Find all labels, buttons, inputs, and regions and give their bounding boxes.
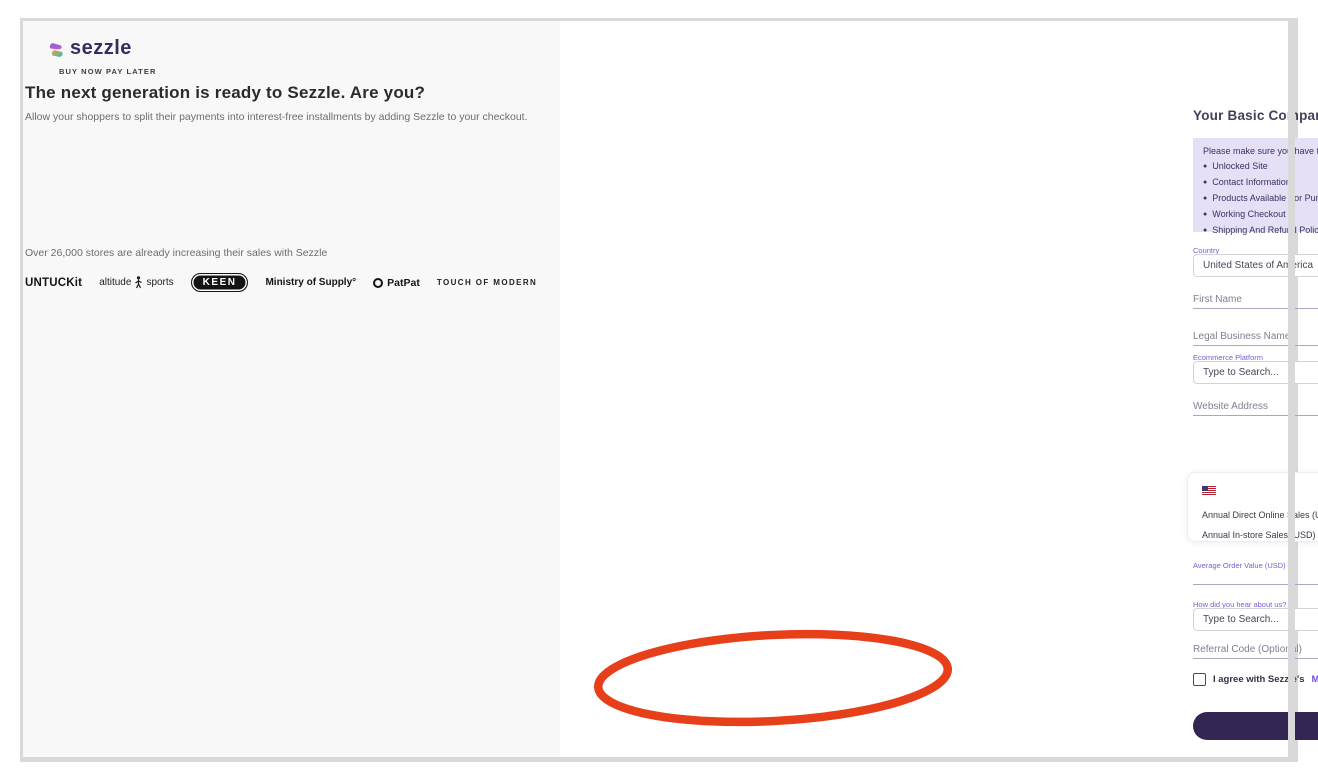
us-sales-card: Annual Direct Online Sales (USD) i Annua… [1187,472,1318,542]
sezzle-logo: sezzle [48,37,132,60]
annual-instore-sales-label: Annual In-store Sales (USD) [1202,530,1316,540]
legal-business-name-field[interactable]: Legal Business Name [1193,325,1318,346]
annual-online-sales-text: Annual Direct Online Sales (USD) [1202,510,1318,520]
country-value: United States of America [1194,260,1318,271]
patpat-icon [373,278,383,288]
countries-question: Using the above URL which countries do y… [1193,424,1318,435]
touch-of-modern-logo: TOUCH OF MODERN [437,278,537,287]
continue-button[interactable]: continue [1193,712,1318,740]
checklist-item: Working Checkout [1203,207,1318,223]
climber-icon [134,276,143,289]
annual-online-sales-label: Annual Direct Online Sales (USD) i [1202,510,1318,520]
annual-instore-sales-row: Annual In-store Sales (USD) [1202,528,1318,540]
altitude-sports-logo: altitude sports [99,276,173,289]
sports-text: sports [146,277,173,288]
merchant-agreement-link[interactable]: Merchant Agreement. [1312,674,1318,685]
website-checklist: Please make sure you have the following … [1193,138,1318,232]
marketing-panel: sezzle BUY NOW PAY LATER The next genera… [23,21,560,757]
hear-about-placeholder: Type to Search... [1194,614,1318,625]
app-window: sezzle BUY NOW PAY LATER The next genera… [20,18,1298,762]
referral-code-field[interactable]: Referral Code (Optional) [1193,642,1318,659]
page-title: The next generation is ready to Sezzle. … [25,83,545,103]
checklist-item: Contact Information [1203,175,1318,191]
ecommerce-platform-placeholder: Type to Search... [1194,367,1318,378]
agreement-row: I agree with Sezzle's Merchant Agreement… [1193,673,1318,686]
country-select[interactable]: United States of America [1193,254,1318,277]
average-order-value-label: Average Order Value (USD) [1193,561,1286,570]
checklist-items: Unlocked Site Contact Information Produc… [1203,159,1318,239]
brand-tagline: BUY NOW PAY LATER [59,67,156,76]
referral-code-placeholder: Referral Code (Optional) [1193,644,1302,658]
merchant-logos: UNTUCKit altitude sports KEEN Ministry o… [25,273,555,292]
checklist-item: Products Available For Purchase [1203,191,1318,207]
average-order-value-field[interactable] [1193,570,1318,585]
keen-logo: KEEN [191,273,249,292]
untuckit-logo: UNTUCKit [25,277,82,289]
page-subtitle: Allow your shoppers to split their payme… [25,111,535,123]
us-flag-icon [1202,486,1216,495]
ecommerce-platform-select[interactable]: Type to Search... [1193,361,1318,384]
checklist-intro: Please make sure you have the following … [1203,146,1318,156]
first-name-placeholder: First Name [1193,294,1242,308]
website-address-placeholder: Website Address [1193,401,1268,415]
brand-name: sezzle [70,37,132,60]
checklist-item: Shipping And Refund Policies [1203,223,1318,239]
checklist-item: Unlocked Site [1203,159,1318,175]
ministry-of-supply-logo: Ministry of Supply° [265,277,356,288]
social-proof-text: Over 26,000 stores are already increasin… [25,247,525,259]
legal-business-name-placeholder: Legal Business Name [1193,331,1290,345]
form-title: Your Basic Company Information [1193,108,1318,123]
patpat-text: PatPat [387,277,420,289]
signup-form-panel: Your Basic Company Information Please ma… [560,21,1295,757]
scrollbar[interactable] [1288,21,1295,757]
first-name-field[interactable]: First Name [1193,288,1318,309]
website-address-field[interactable]: Website Address [1193,396,1318,416]
altitude-text: altitude [99,277,131,288]
annual-online-sales-row: Annual Direct Online Sales (USD) i [1202,508,1318,520]
country-toggle-group: United States Canada Both [1193,437,1318,458]
agreement-checkbox[interactable] [1193,673,1206,686]
patpat-logo: PatPat [373,277,420,289]
sezzle-logo-icon [48,40,65,58]
hear-about-select[interactable]: Type to Search... [1193,608,1318,631]
